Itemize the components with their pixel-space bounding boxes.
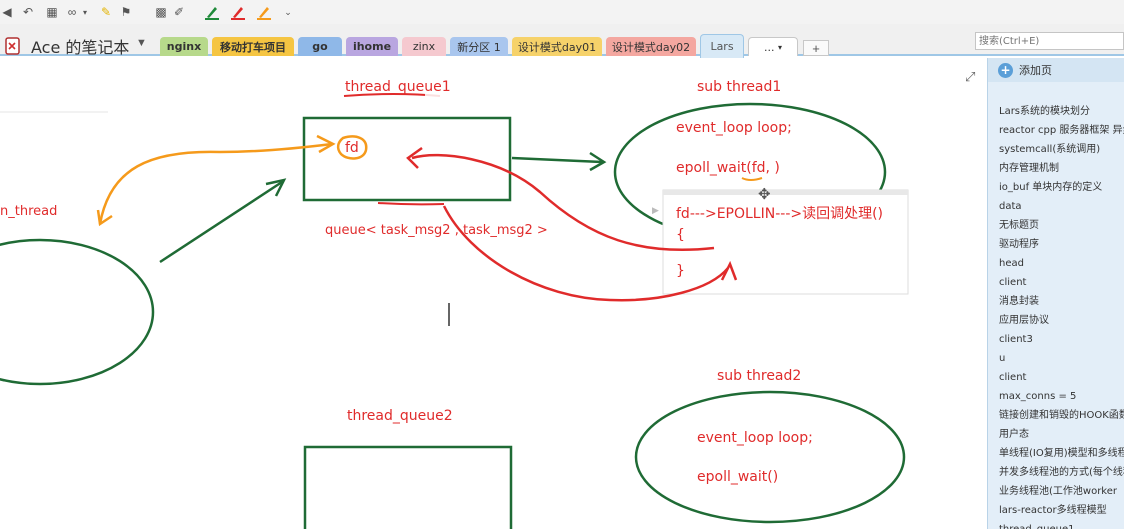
highlighter-icon[interactable]: ✎ bbox=[98, 3, 114, 21]
page-item[interactable]: 内存管理机制 bbox=[988, 159, 1124, 178]
page-item[interactable]: 应用层协议 bbox=[988, 311, 1124, 330]
tab-go[interactable]: go bbox=[298, 37, 342, 56]
page-item[interactable]: thread_queue1 bbox=[988, 520, 1124, 529]
sub-thread2-ellipse bbox=[634, 390, 906, 524]
page-list-pane: + 添加页 Lars系统的模块划分 reactor cpp 服务器框架 异步 sys… bbox=[987, 58, 1124, 529]
sub-thread2-label[interactable]: sub thread2 bbox=[717, 368, 801, 384]
page-item[interactable]: 链接创建和销毁的HOOK函数 bbox=[988, 406, 1124, 425]
customize-icon[interactable]: ⌄ bbox=[282, 3, 294, 21]
page-item[interactable]: systemcall(系统调用) bbox=[988, 140, 1124, 159]
fd-underline bbox=[741, 177, 763, 181]
page-item[interactable]: client3 bbox=[988, 330, 1124, 349]
undo-icon[interactable]: ↶ bbox=[20, 3, 36, 21]
paragraph-handle-icon[interactable]: ▶ bbox=[652, 206, 659, 216]
callback-box-handle bbox=[663, 190, 908, 195]
page-item[interactable]: 并发多线程池的方式(每个线程 bbox=[988, 463, 1124, 482]
page-item[interactable]: 单线程(IO复用)模型和多线程 bbox=[988, 444, 1124, 463]
page-item[interactable]: data bbox=[988, 197, 1124, 216]
page-item[interactable]: 用户态 bbox=[988, 425, 1124, 444]
notebook-icon[interactable] bbox=[3, 36, 23, 56]
thread-queue2-label[interactable]: thread_queue2 bbox=[347, 408, 453, 424]
expand-icon[interactable]: ⤢ bbox=[965, 69, 975, 85]
sub-thread1-line1[interactable]: event_loop loop; bbox=[676, 120, 792, 136]
tab-more[interactable]: ... ▾ bbox=[748, 37, 798, 56]
green-pen-icon[interactable] bbox=[204, 4, 220, 20]
page-item[interactable]: u bbox=[988, 349, 1124, 368]
red-pen-icon[interactable] bbox=[230, 4, 246, 20]
page-item[interactable]: client bbox=[988, 368, 1124, 387]
move-cursor-icon: ✥ bbox=[758, 185, 771, 203]
orange-arrow bbox=[98, 142, 333, 225]
tab-mobile-taxi[interactable]: 移动打车项目 bbox=[212, 37, 294, 56]
sub-thread2-line2[interactable]: epoll_wait() bbox=[697, 469, 778, 485]
green-arrow bbox=[159, 180, 283, 264]
link-icon[interactable]: ∞ bbox=[64, 3, 80, 21]
page-list: Lars系统的模块划分 reactor cpp 服务器框架 异步 systemcal… bbox=[988, 102, 1124, 529]
queue-box-2 bbox=[303, 445, 513, 529]
callback-line2[interactable]: { bbox=[676, 227, 685, 243]
tab-zinx[interactable]: zinx bbox=[402, 37, 446, 56]
main-thread-ellipse bbox=[0, 238, 155, 386]
thread-queue1-label[interactable]: thread_queue1 bbox=[345, 79, 451, 95]
chevron-down-icon[interactable]: ▼ bbox=[136, 37, 147, 49]
notebook-title[interactable]: Ace 的笔记本 bbox=[31, 34, 129, 58]
orange-pen-icon[interactable] bbox=[256, 4, 272, 20]
tab-new-section[interactable]: 新分区 1 bbox=[450, 37, 508, 56]
page-item[interactable]: 业务线程池(工作池worker bbox=[988, 482, 1124, 501]
add-page-button[interactable]: + 添加页 bbox=[988, 58, 1124, 82]
page-item[interactable]: head bbox=[988, 254, 1124, 273]
main-thread-label[interactable]: n_thread bbox=[0, 204, 57, 219]
section-tab-bar: Ace 的笔记本 ▼ nginx 移动打车项目 go ihome zinx 新分… bbox=[0, 24, 1124, 58]
callback-line1[interactable]: fd--->EPOLLIN--->读回调处理() bbox=[676, 203, 883, 223]
quick-access-toolbar: ◀ ↶ ▦ ∞ ▾ ✎ ⚑ ▩ ✐ ⌄ bbox=[0, 0, 1124, 24]
page-item[interactable]: client bbox=[988, 273, 1124, 292]
chevron-down-icon: ▾ bbox=[777, 42, 782, 52]
add-page-label: 添加页 bbox=[1019, 64, 1052, 77]
ink-drawing bbox=[0, 84, 909, 529]
tab-ihome[interactable]: ihome bbox=[346, 37, 398, 56]
tab-design-day01[interactable]: 设计模式day01 bbox=[512, 37, 602, 56]
note-canvas[interactable]: thread_queue1 fd queue< task_msg2 , task… bbox=[0, 58, 985, 529]
green-arrow-2 bbox=[511, 156, 603, 164]
callback-line3[interactable]: } bbox=[676, 263, 685, 279]
dock-icon[interactable]: ▦ bbox=[44, 3, 60, 21]
fd-label[interactable]: fd bbox=[345, 140, 359, 156]
tag-icon[interactable]: ⚑ bbox=[118, 3, 134, 21]
page-item[interactable]: max_conns = 5 bbox=[988, 387, 1124, 406]
queue-box-1 bbox=[302, 116, 512, 202]
search-input[interactable] bbox=[975, 32, 1124, 50]
page-item[interactable]: Lars系统的模块划分 bbox=[988, 102, 1124, 121]
add-icon: + bbox=[998, 62, 1013, 78]
page-item[interactable]: 驱动程序 bbox=[988, 235, 1124, 254]
drawing-icon[interactable]: ▩ bbox=[152, 3, 170, 21]
sub-thread1-line2[interactable]: epoll_wait(fd, ) bbox=[676, 160, 780, 176]
sub-thread2-line1[interactable]: event_loop loop; bbox=[697, 430, 813, 446]
pen-select-icon[interactable]: ✐ bbox=[172, 3, 186, 21]
orange-arrowtail bbox=[96, 209, 113, 227]
back-icon[interactable]: ◀ bbox=[0, 3, 14, 21]
page-item[interactable]: 消息封装 bbox=[988, 292, 1124, 311]
queue-type-text[interactable]: queue< task_msg2 , task_msg2 > bbox=[325, 223, 548, 238]
box-underline bbox=[377, 202, 445, 206]
tab-design-day02[interactable]: 设计模式day02 bbox=[606, 37, 696, 56]
chevron-down-icon[interactable]: ▾ bbox=[80, 3, 90, 21]
page-item[interactable]: lars-reactor多线程模型 bbox=[988, 501, 1124, 520]
page-item[interactable]: 无标题页 bbox=[988, 216, 1124, 235]
tab-lars[interactable]: Lars bbox=[700, 34, 744, 58]
page-item[interactable]: reactor cpp 服务器框架 异步 bbox=[988, 121, 1124, 140]
sub-thread1-label[interactable]: sub thread1 bbox=[697, 79, 781, 95]
page-item[interactable]: io_buf 单块内存的定义 bbox=[988, 178, 1124, 197]
add-section-button[interactable]: + bbox=[803, 40, 829, 56]
tab-nginx[interactable]: nginx bbox=[160, 37, 208, 56]
